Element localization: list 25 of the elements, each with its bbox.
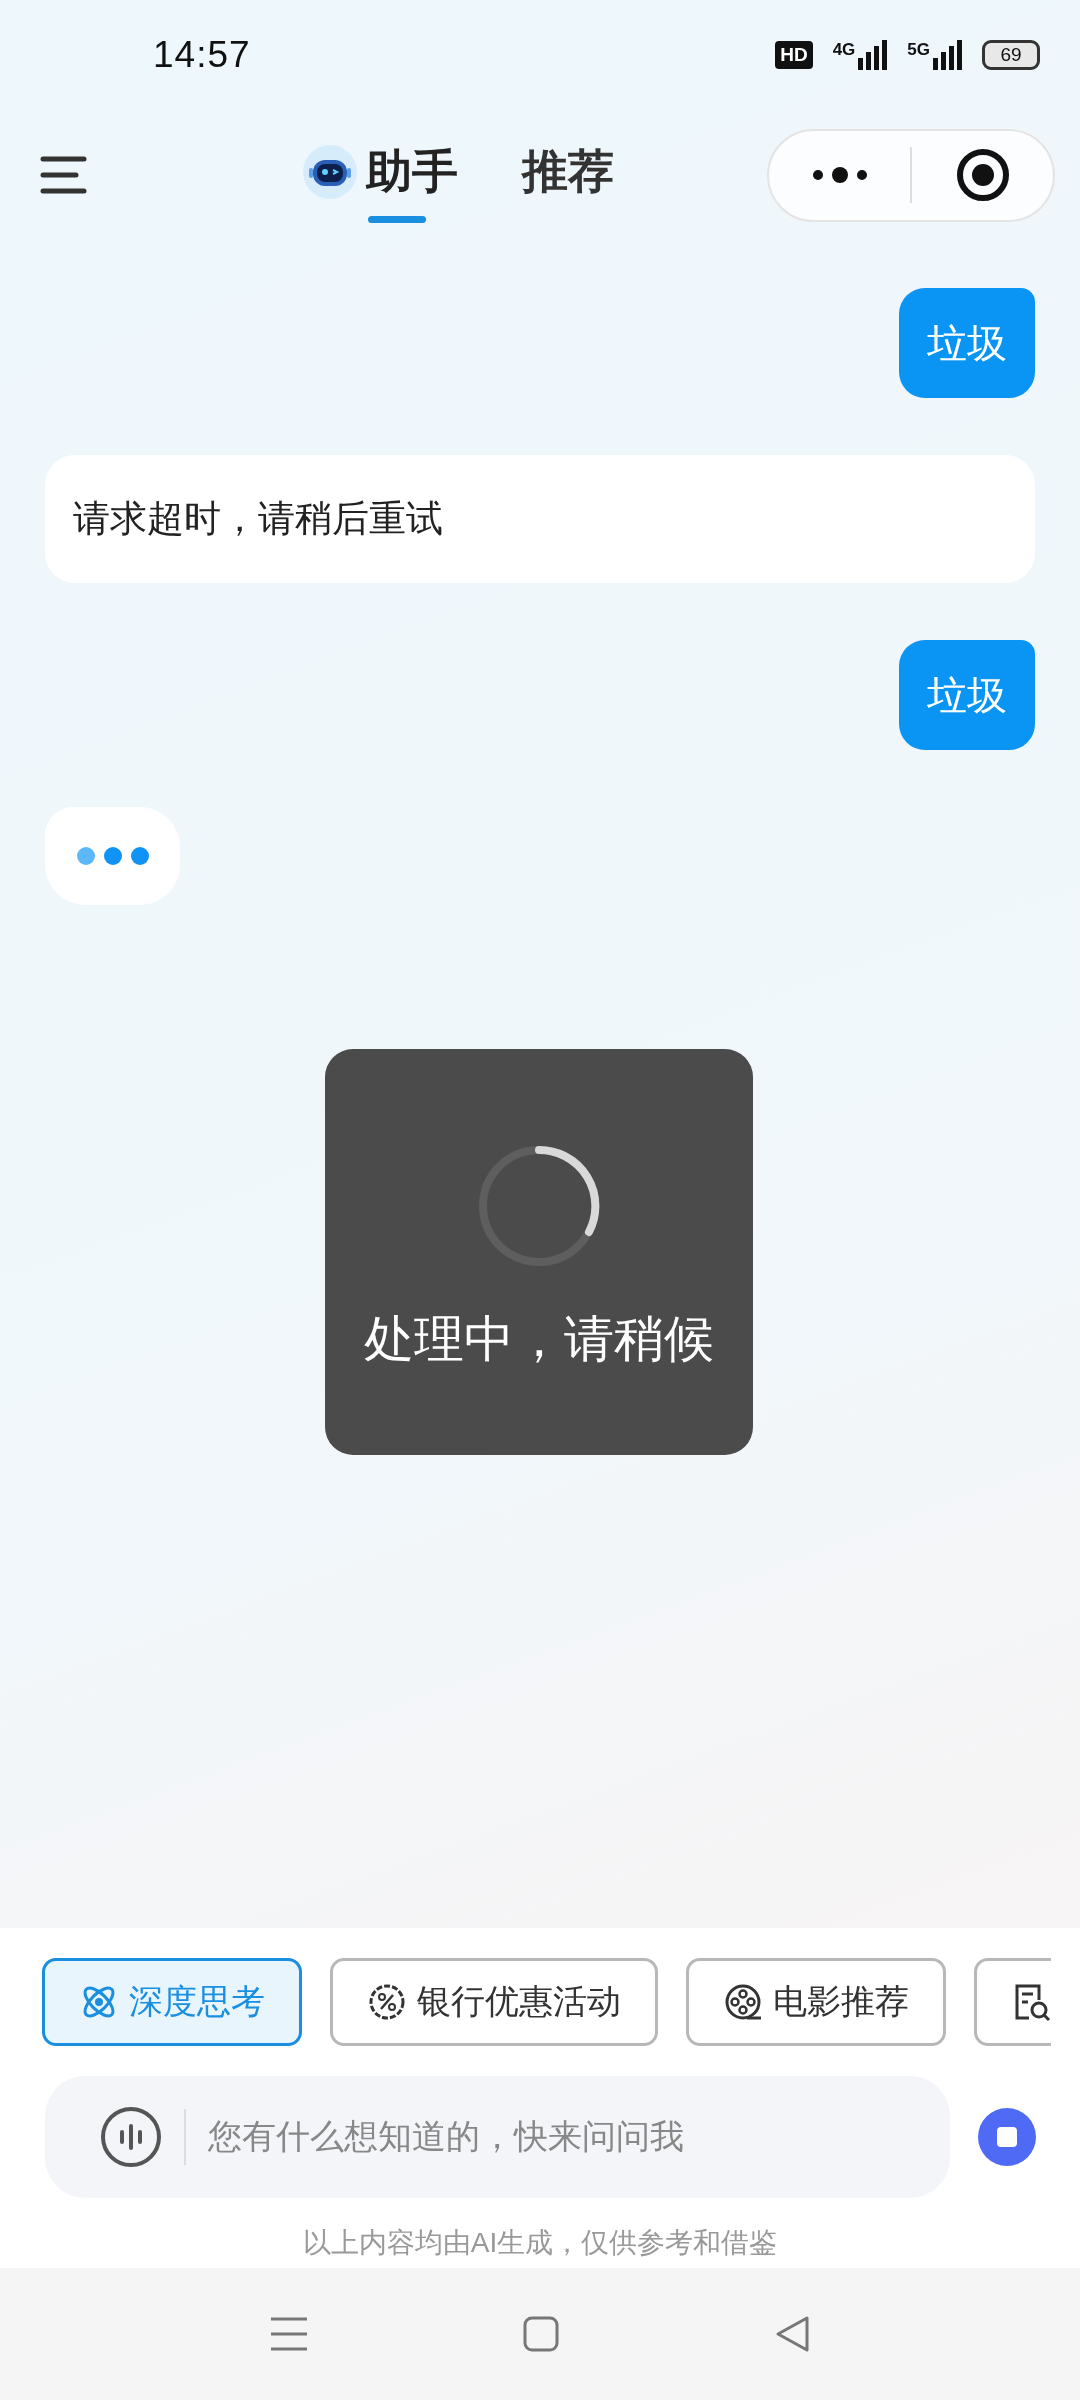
voice-icon[interactable] <box>100 2106 162 2168</box>
stop-button[interactable] <box>978 2108 1036 2166</box>
robot-icon <box>301 144 358 200</box>
battery-icon: 69 <box>982 40 1040 70</box>
clock: 14:57 <box>153 34 252 76</box>
back-icon[interactable] <box>774 2315 810 2353</box>
suggestion-chip[interactable]: 电影推荐 <box>686 1958 946 2046</box>
recents-icon[interactable] <box>270 2315 308 2353</box>
percent-badge-icon <box>367 1982 407 2022</box>
tab[interactable]: 助手 <box>301 127 458 223</box>
hd-indicator: HD <box>775 41 813 69</box>
tab-underline <box>367 216 426 223</box>
typing-dots-icon <box>75 845 150 867</box>
home-icon[interactable] <box>523 2316 559 2352</box>
disclaimer: 以上内容均由AI生成，仅供参考和借鉴 <box>301 2226 779 2260</box>
user-message: 垃圾 <box>899 288 1035 398</box>
film-reel-icon <box>723 1982 763 2022</box>
tab[interactable]: 推荐 <box>521 127 614 223</box>
suggestion-chip[interactable]: 银行优惠活动 <box>330 1958 658 2046</box>
menu-icon[interactable] <box>40 155 88 195</box>
spinner-icon <box>477 1144 601 1268</box>
loading-text: 处理中，请稍候 <box>364 1310 714 1369</box>
bot-message: 请求超时，请稍后重试 <box>45 455 1035 583</box>
suggestion-chip[interactable] <box>974 1958 1051 2046</box>
user-message: 垃圾 <box>899 640 1035 750</box>
